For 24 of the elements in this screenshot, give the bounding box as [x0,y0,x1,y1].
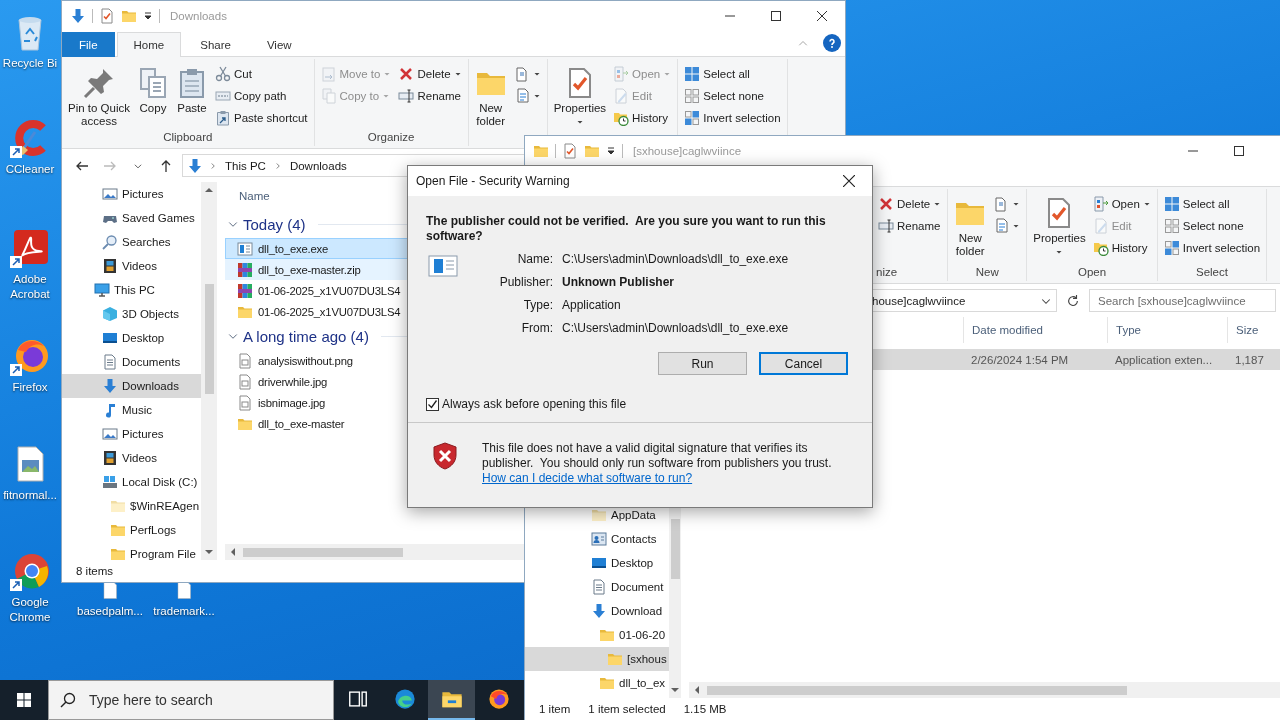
window-title: Downloads [170,10,227,22]
field-value: C:\Users\admin\Downloads\dll_to_exe.exe [562,252,790,267]
group-label: Select [1195,266,1229,280]
group-label: New [974,266,1000,280]
table-cell-text: Application exten... [1114,353,1214,366]
status-text: 8 items [76,565,114,577]
status-text: 1.15 MB [683,703,727,715]
window-title: [sxhouse]caglwviince [633,145,742,157]
status-text: 1 item selected [588,703,666,715]
field-label: From: [520,321,553,336]
field-value: Unknown Publisher [562,275,675,290]
group-label: Open [1076,266,1108,280]
group-label: Clipboard [162,131,214,145]
group-label: nize [876,266,899,280]
field-label: Type: [522,298,553,313]
field-value: C:\Users\admin\Downloads\dll_to_exe.exe [562,321,790,336]
checkbox-label: Always ask before opening this file [442,397,627,411]
group-label: Organize [366,131,416,145]
status-text: 1 item [539,703,571,715]
dialog-title: Open File - Security Warning [416,174,571,188]
table-cell-text: 2/26/2024 1:54 PM [970,353,1070,366]
field-value: Application [562,298,622,313]
table-cell-text: 1,187 [1234,353,1265,366]
warning-text: This file does not have a valid digital signature that verifies its publisher. You should only run software from publishers you trust. [482,441,833,471]
